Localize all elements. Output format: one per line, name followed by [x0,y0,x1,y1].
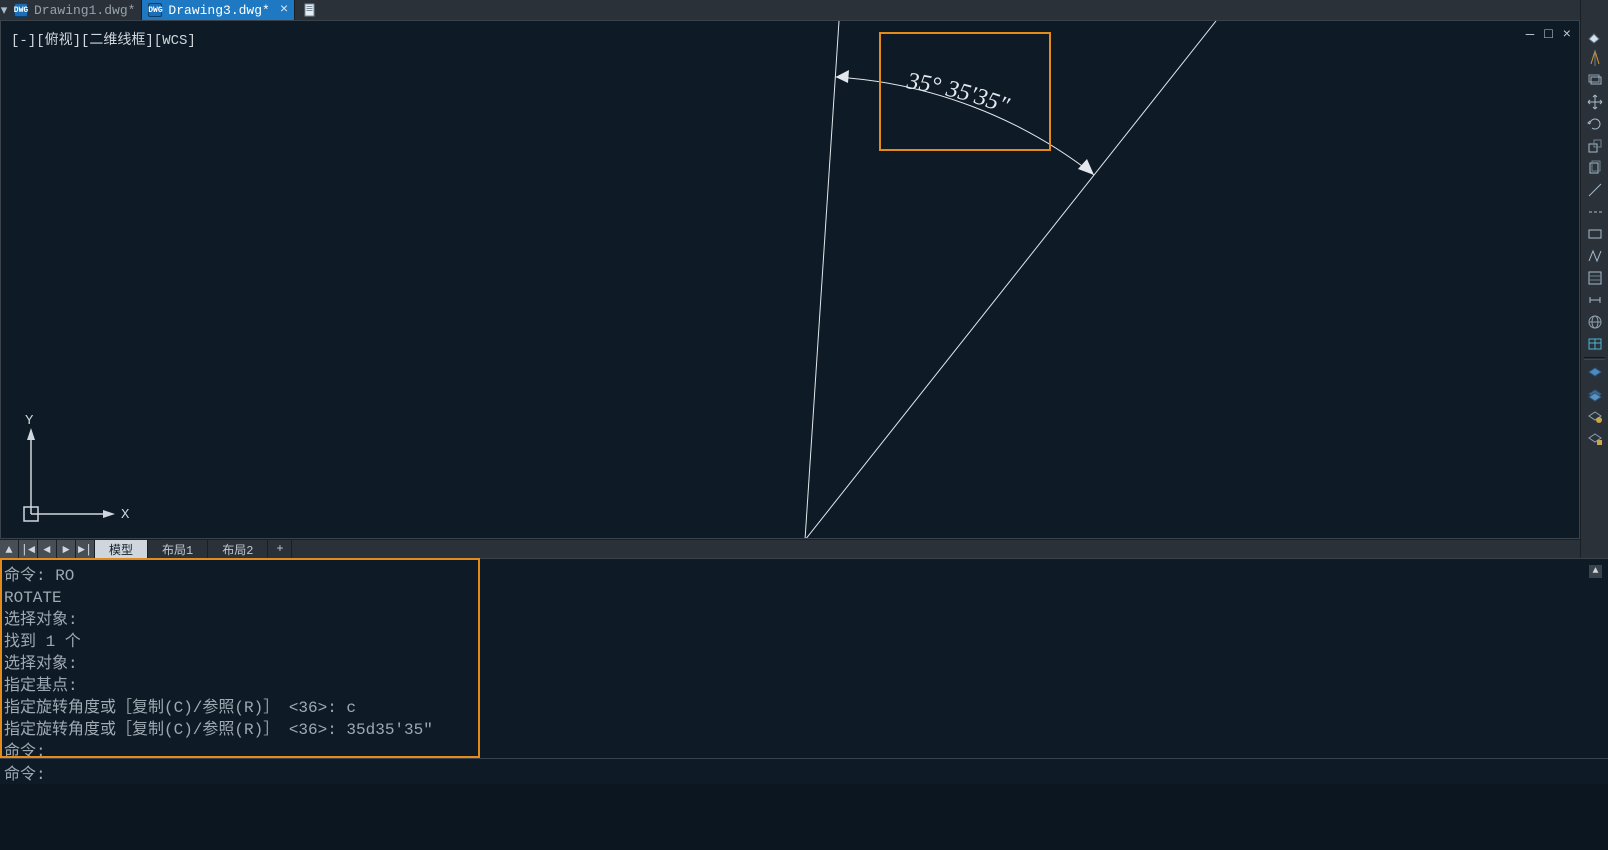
layout-tab-model[interactable]: 模型 [95,540,148,558]
new-doc-icon [303,3,317,17]
angle-dimension-text: 35° 35'35" [904,68,1013,120]
layerun-icon[interactable] [1581,384,1608,406]
command-history-line: 指定旋转角度或［复制(C)/参照(R)］ <36>: 35d35'35" [4,719,1604,741]
table-icon[interactable] [1581,333,1608,355]
command-input-row: 命令: [0,758,1608,784]
copy-icon[interactable] [1581,157,1608,179]
layerfrz-icon[interactable] [1581,406,1608,428]
hatch-icon[interactable] [1581,267,1608,289]
rotate-icon[interactable] [1581,113,1608,135]
dwg-icon: DWG [14,3,28,17]
layout-tabstrip: ▲ |◄ ◄ ► ►| 模型 布局1 布局2 + [0,539,1580,558]
command-history-line: 指定基点: [4,675,1604,697]
eraser-icon[interactable] [1581,25,1608,47]
file-tab-drawing1[interactable]: DWG Drawing1.dwg* [8,0,142,20]
command-history-line: 选择对象: [4,653,1604,675]
ucs-icon: Y X [13,410,133,530]
dwg-icon: DWG [148,3,162,17]
command-history-line: ROTATE [4,587,1604,609]
layout-tab-1[interactable]: 布局1 [148,540,208,558]
layout-scroll-up-icon[interactable]: ▲ [0,540,19,559]
file-tab-label: Drawing1.dwg* [34,3,135,18]
layout-next-icon[interactable]: ► [57,540,76,559]
layout-tab-label: 模型 [109,541,133,558]
mirror-icon[interactable] [1581,47,1608,69]
layout-tab-2[interactable]: 布局2 [208,540,268,558]
move-icon[interactable] [1581,91,1608,113]
sidebar-divider [1584,357,1605,360]
dash-icon[interactable] [1581,201,1608,223]
layout-tab-add-button[interactable]: + [268,540,292,558]
layerlk-icon[interactable] [1581,428,1608,450]
drawing-canvas: 35° 35'35" [1,21,1580,539]
globe-icon[interactable] [1581,311,1608,333]
file-tab-label: Drawing3.dwg* [168,3,269,18]
command-history-line: 命令: RO [4,565,1604,587]
layout-tab-label: 布局1 [162,541,193,558]
command-history[interactable]: 命令: RO ROTATE 选择对象: 找到 1 个 选择对象: 指定基点: 指… [0,558,1608,758]
scale-icon[interactable] [1581,135,1608,157]
dim-icon[interactable] [1581,289,1608,311]
rect-icon[interactable] [1581,223,1608,245]
command-history-line: 指定旋转角度或［复制(C)/参照(R)］ <36>: c [4,697,1604,719]
layeriso-icon[interactable] [1581,362,1608,384]
footer-bar [0,784,1608,850]
command-history-scroll-icon[interactable]: ▲ [1589,565,1602,578]
line-icon[interactable] [1581,179,1608,201]
file-tabstrip: ▾ DWG Drawing1.dwg* DWG Drawing3.dwg* × [0,0,1608,20]
ucs-y-label: Y [25,413,34,429]
command-history-line: 找到 1 个 [4,631,1604,653]
layout-tab-label: 布局2 [222,541,253,558]
command-input[interactable] [52,763,1608,781]
command-history-line: 选择对象: [4,609,1604,631]
file-tab-drawing3[interactable]: DWG Drawing3.dwg* × [142,0,295,20]
drawing-viewport[interactable]: [-][俯视][二维线框][WCS] — □ × 35° 35'35" [0,20,1580,539]
layout-first-icon[interactable]: |◄ [19,540,38,559]
command-prompt-label: 命令: [4,760,46,784]
tabstrip-handle-icon[interactable]: ▾ [0,0,8,20]
path-icon[interactable] [1581,245,1608,267]
layers-icon[interactable] [1581,69,1608,91]
close-icon[interactable]: × [280,2,288,18]
new-tab-button[interactable] [295,0,325,20]
ucs-x-label: X [121,507,130,523]
layout-prev-icon[interactable]: ◄ [38,540,57,559]
layout-last-icon[interactable]: ►| [76,540,95,559]
